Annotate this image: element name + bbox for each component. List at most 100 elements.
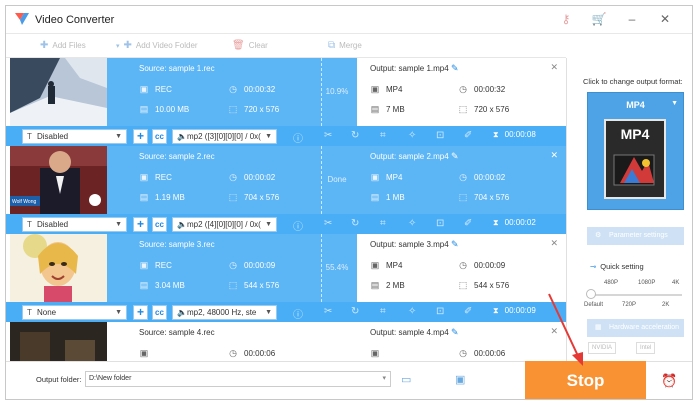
browse-folder-icon[interactable]: ▭ [401, 373, 411, 386]
remove-item-icon[interactable]: ✕ [550, 238, 558, 249]
crop-icon[interactable]: ⌗ [380, 306, 386, 317]
cut-icon[interactable]: ✂ [324, 306, 332, 317]
info-icon[interactable]: ⓘ [293, 218, 303, 233]
source-name: Source: sample 1.rec [139, 64, 215, 73]
quick-setting-label: ⊸ Quick setting [590, 262, 644, 271]
add-video-folder-button[interactable]: ▾ ✚ Add Video Folder [116, 40, 198, 51]
source-duration: 00:00:32 [244, 85, 276, 94]
intel-badge: Intel [636, 342, 656, 354]
source-name: Source: sample 4.rec [139, 328, 215, 337]
watermark-icon[interactable]: ⊡ [436, 218, 444, 229]
watermark-icon[interactable]: ⊡ [436, 130, 444, 141]
audio-track-dropdown[interactable]: 🔈 mp2, 48000 Hz, ste ▼ [172, 305, 277, 320]
text-icon: T [27, 308, 32, 317]
info-icon[interactable]: ⓘ [293, 306, 303, 321]
subtitle-dropdown[interactable]: T None ▼ [22, 305, 127, 320]
item-toolbar: T Disabled ▼ + cc 🔈 mp2 ([3][0][0][0] / … [6, 126, 566, 146]
progress-divider [317, 322, 357, 361]
output-format-name: MP4 [626, 100, 645, 110]
file-size-icon: ▤ [370, 280, 380, 290]
edit-icon[interactable]: ✎ [451, 63, 459, 74]
remove-item-icon[interactable]: ✕ [550, 326, 558, 337]
add-files-button[interactable]: ✚ Add Files [40, 40, 86, 51]
info-icon[interactable]: ⓘ [293, 130, 303, 145]
file-size-icon: ▤ [370, 104, 380, 114]
source-name: Source: sample 2.rec [139, 152, 215, 161]
output-name: Output: sample 4.mp4 [370, 328, 449, 337]
close-button[interactable]: ✕ [657, 11, 673, 27]
stop-button[interactable]: Stop [525, 361, 646, 399]
add-subtitle-button[interactable]: + [133, 129, 148, 144]
progress-percent: 10.9% [325, 87, 349, 96]
resolution-icon: ⬚ [228, 192, 238, 202]
open-folder-icon[interactable]: ▣ [455, 373, 465, 386]
parameter-settings-button[interactable]: ⚙ Parameter settings [587, 227, 684, 245]
clear-label: Clear [248, 41, 268, 50]
list-item[interactable]: Source: sample 4.rec ▣ ◷ 00:00:06 Output… [6, 322, 566, 361]
remove-item-icon[interactable]: ✕ [550, 150, 558, 161]
rotate-icon[interactable]: ↻ [351, 218, 359, 229]
output-panel: Output: sample 2.mp4 ✎ ✕ ▣ MP4 ◷ 00:00:0… [357, 146, 566, 214]
add-subtitle-button[interactable]: + [133, 217, 148, 232]
output-folder-field[interactable]: D:\New folder ▾ [85, 371, 391, 387]
output-panel: Output: sample 3.mp4 ✎ ✕ ▣ MP4 ◷ 00:00:0… [357, 234, 566, 302]
source-format: REC [155, 85, 172, 94]
hardware-acceleration-button[interactable]: ▦ Hardware acceleration [587, 319, 684, 337]
source-duration: 00:00:06 [244, 349, 276, 358]
audio-track-dropdown[interactable]: 🔈 mp2 ([3][0][0][0] / 0x( ▼ [172, 129, 277, 144]
effect-icon[interactable]: ✧ [408, 306, 416, 317]
list-item[interactable]: Source: sample 1.rec ▣ REC ◷ 00:00:32 ▤ … [6, 58, 566, 146]
rotate-icon[interactable]: ↻ [351, 130, 359, 141]
output-panel: Output: sample 1.mp4 ✎ ✕ ▣ MP4 ◷ 00:00:3… [357, 58, 566, 126]
cc-icon[interactable]: cc [152, 305, 167, 320]
audio-track-dropdown[interactable]: 🔈 mp2 ([4][0][0][0] / 0x( ▼ [172, 217, 277, 232]
list-item[interactable]: Wolf Wong Source: sample 2.rec ▣ REC ◷ 0… [6, 146, 566, 234]
merge-button[interactable]: ⧉ Merge [328, 40, 362, 51]
alarm-clock-icon[interactable]: ⏰ [661, 373, 677, 389]
edit-icon[interactable]: ✎ [451, 239, 459, 250]
source-size: 1.19 MB [155, 193, 185, 202]
rotate-icon[interactable]: ↻ [351, 306, 359, 317]
cart-icon[interactable]: 🛒 [591, 11, 607, 27]
cc-icon[interactable]: cc [152, 217, 167, 232]
add-subtitle-button[interactable]: + [133, 305, 148, 320]
subtitle-dropdown[interactable]: T Disabled ▼ [22, 129, 127, 144]
output-format-selector[interactable]: MP4 ▼ MP4 [587, 92, 684, 210]
edit-pen-icon[interactable]: ✐ [464, 306, 472, 317]
format-icon: ▣ [139, 348, 149, 358]
intel-label: Intel [640, 345, 652, 351]
chevron-down-icon: ▼ [265, 221, 272, 228]
effect-icon[interactable]: ✧ [408, 130, 416, 141]
crop-icon[interactable]: ⌗ [380, 218, 386, 229]
quality-slider[interactable] [590, 294, 682, 296]
progress-divider: 10.9% [317, 58, 357, 126]
cut-icon[interactable]: ✂ [324, 218, 332, 229]
clear-button[interactable]: 🗑 Clear [232, 40, 268, 51]
effect-icon[interactable]: ✧ [408, 218, 416, 229]
list-item[interactable]: Source: sample 3.rec ▣ REC ◷ 00:00:09 ▤ … [6, 234, 566, 322]
quality-label-1080p: 1080P [638, 280, 656, 286]
cc-icon[interactable]: cc [152, 129, 167, 144]
mp4-format-icon-label: MP4 [620, 126, 650, 142]
edit-pen-icon[interactable]: ✐ [464, 218, 472, 229]
format-icon: ▣ [370, 260, 380, 270]
edit-pen-icon[interactable]: ✐ [464, 130, 472, 141]
output-duration: 00:00:09 [474, 261, 506, 270]
key-icon[interactable]: ⚷ [558, 11, 574, 27]
minimize-button[interactable]: – [624, 11, 640, 27]
progress-divider: Done [317, 146, 357, 214]
file-size-icon: ▤ [139, 104, 149, 114]
subtitle-dropdown[interactable]: T Disabled ▼ [22, 217, 127, 232]
folder-add-icon: ✚ [123, 40, 132, 51]
remove-item-icon[interactable]: ✕ [550, 62, 558, 73]
edit-icon[interactable]: ✎ [451, 327, 459, 338]
quality-slider-knob[interactable] [586, 289, 596, 299]
edit-icon[interactable]: ✎ [451, 151, 459, 162]
crop-icon[interactable]: ⌗ [380, 130, 386, 141]
watermark-icon[interactable]: ⊡ [436, 306, 444, 317]
format-icon: ▣ [139, 84, 149, 94]
clip-duration-value: 00:00:08 [504, 130, 536, 139]
hardware-acceleration-label: Hardware acceleration [609, 324, 680, 331]
video-thumbnail [10, 58, 107, 126]
cut-icon[interactable]: ✂ [324, 130, 332, 141]
